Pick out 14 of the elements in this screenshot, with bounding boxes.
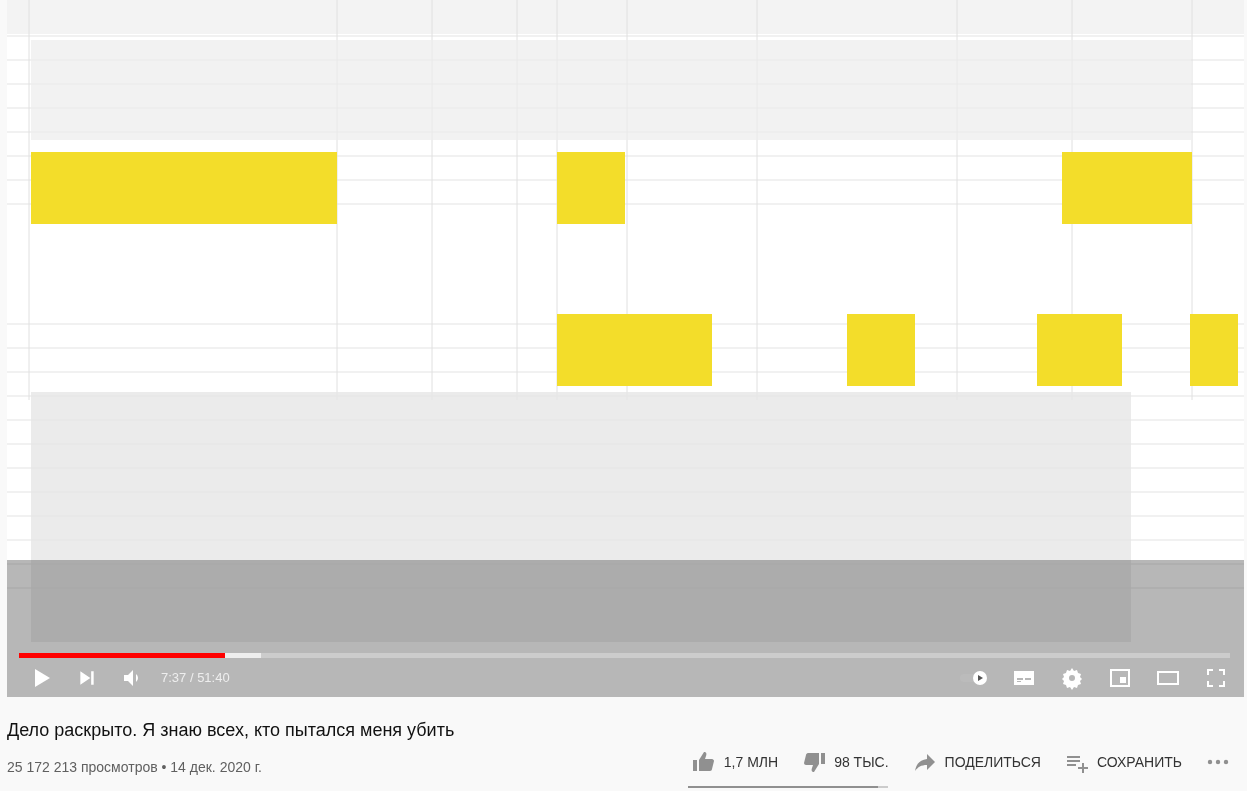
thumbs-down-icon — [802, 750, 827, 774]
settings-icon[interactable] — [1060, 666, 1084, 690]
save-button[interactable]: СОХРАНИТЬ — [1064, 750, 1182, 774]
next-icon[interactable] — [77, 668, 97, 688]
miniplayer-icon[interactable] — [1108, 666, 1132, 690]
more-icon[interactable] — [1206, 758, 1230, 766]
thumbs-up-icon — [691, 750, 716, 774]
video-meta: 25 172 213 просмотров • 14 дек. 2020 г. — [7, 757, 262, 777]
share-button[interactable]: ПОДЕЛИТЬСЯ — [912, 750, 1041, 774]
dislike-button[interactable]: 98 ТЫС. — [802, 750, 889, 774]
fullscreen-icon[interactable] — [1204, 666, 1228, 690]
like-button[interactable]: 1,7 МЛН — [691, 750, 779, 774]
progress-bar[interactable] — [19, 653, 1230, 658]
video-title: Дело раскрыто. Я знаю всех, кто пытался меня убить — [7, 719, 456, 742]
